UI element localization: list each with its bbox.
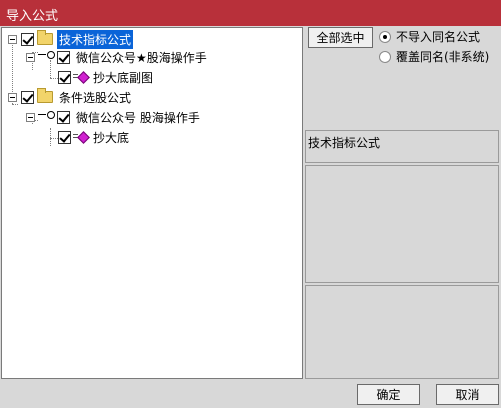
- formula-detail-box: [305, 285, 499, 379]
- option-label[interactable]: 不导入同名公式: [396, 28, 480, 45]
- radio-overwrite-duplicates[interactable]: [379, 50, 391, 63]
- tree-node-bottom-screen[interactable]: 抄大底: [58, 128, 131, 146]
- collapse-icon[interactable]: [8, 92, 17, 102]
- checkbox-wechat-group-1[interactable]: [57, 50, 70, 64]
- option-overwrite-duplicates[interactable]: 覆盖同名(非系统): [379, 48, 489, 65]
- collapse-icon[interactable]: [26, 112, 35, 122]
- formula-type-label: 技术指标公式: [308, 136, 381, 150]
- checkbox-bottom-indicator[interactable]: [58, 70, 71, 84]
- formula-tree[interactable]: 技术指标公式 微信公众号★股海操作手 抄大底副图 条件选股公式 微信公众号 股海…: [1, 27, 303, 379]
- radio-skip-duplicates[interactable]: [379, 30, 391, 43]
- collapse-icon[interactable]: [26, 52, 35, 62]
- key-icon: [38, 111, 56, 122]
- tree-node-label[interactable]: 抄大底副图: [91, 68, 155, 87]
- checkbox-technical-formulas[interactable]: [21, 32, 34, 46]
- gem-icon: [73, 71, 87, 83]
- cancel-button[interactable]: 取消: [436, 384, 499, 405]
- tree-node-label[interactable]: 微信公众号★股海操作手: [74, 48, 209, 67]
- tree-node-wechat-group-2[interactable]: 微信公众号 股海操作手: [26, 108, 202, 126]
- formula-type-box: 技术指标公式: [305, 130, 499, 163]
- gem-icon: [73, 131, 87, 143]
- checkbox-bottom-screen[interactable]: [58, 130, 71, 144]
- title-bar: 导入公式: [0, 0, 501, 26]
- checkbox-wechat-group-2[interactable]: [57, 110, 70, 124]
- option-label[interactable]: 覆盖同名(非系统): [396, 48, 489, 65]
- folder-icon: [37, 88, 53, 103]
- window-title: 导入公式: [6, 9, 59, 24]
- tree-node-label[interactable]: 技术指标公式: [57, 29, 134, 49]
- checkbox-screening-formulas[interactable]: [21, 90, 34, 104]
- collapse-icon[interactable]: [8, 34, 17, 44]
- formula-description-box: [305, 165, 499, 283]
- select-all-button[interactable]: 全部选中: [308, 27, 373, 48]
- tree-node-label[interactable]: 条件选股公式: [57, 88, 133, 107]
- tree-node-label[interactable]: 微信公众号 股海操作手: [74, 108, 202, 127]
- option-skip-duplicates[interactable]: 不导入同名公式: [379, 28, 480, 45]
- tree-node-wechat-group-1[interactable]: 微信公众号★股海操作手: [26, 48, 209, 66]
- folder-icon: [37, 30, 53, 45]
- key-icon: [38, 51, 56, 62]
- tree-node-bottom-indicator[interactable]: 抄大底副图: [58, 68, 155, 86]
- tree-node-screening-formulas[interactable]: 条件选股公式: [8, 88, 133, 106]
- tree-node-label[interactable]: 抄大底: [91, 128, 131, 147]
- tree-node-technical-formulas[interactable]: 技术指标公式: [8, 29, 134, 49]
- ok-button[interactable]: 确定: [357, 384, 420, 405]
